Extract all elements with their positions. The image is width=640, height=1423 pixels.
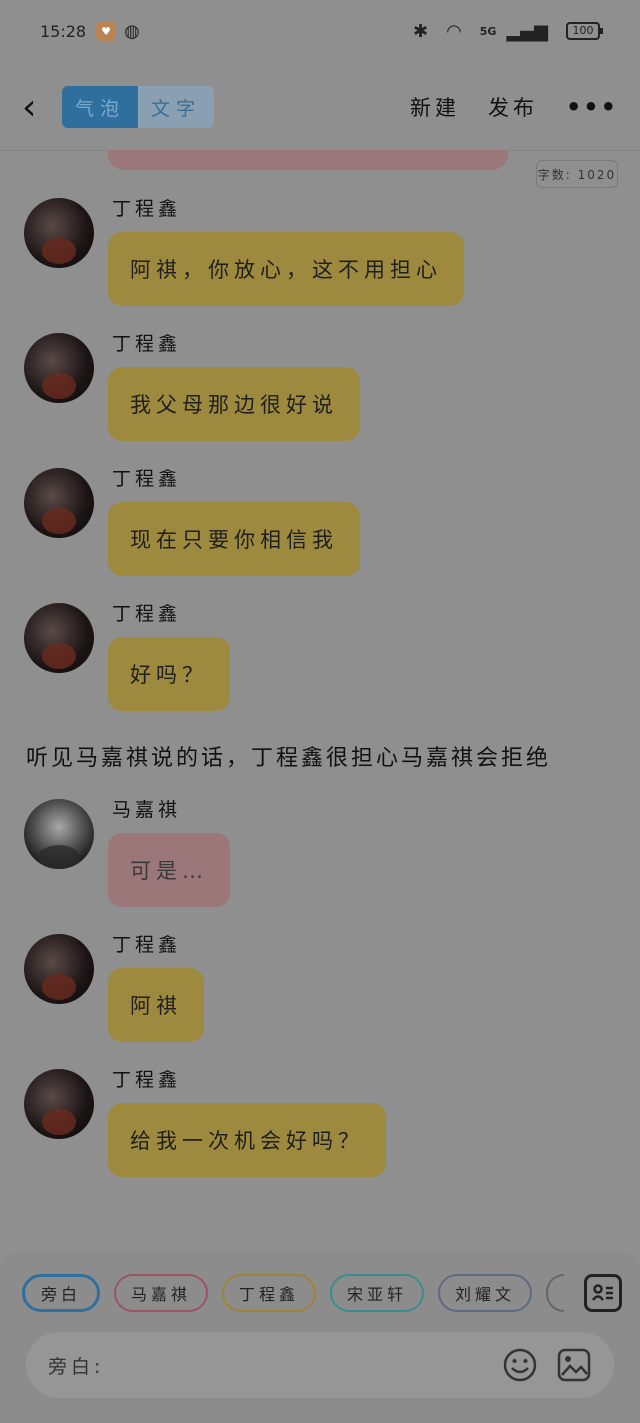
message-bubble[interactable]: 我父母那边很好说 <box>108 367 360 441</box>
image-icon[interactable] <box>556 1347 592 1383</box>
avatar[interactable] <box>24 1069 94 1139</box>
role-chip-ding-chengxin[interactable]: 丁程鑫 <box>222 1274 316 1312</box>
sender-name: 丁程鑫 <box>112 333 182 355</box>
avatar[interactable] <box>24 934 94 1004</box>
role-chip-ma-jiaqi[interactable]: 马嘉祺 <box>114 1274 208 1312</box>
message-bubble[interactable]: 可是… <box>108 833 230 907</box>
message-bubble[interactable]: 好吗？ <box>108 637 230 711</box>
chat-area[interactable]: 字数: 1020 丁程鑫 阿祺，你放心，这不用担心 丁程鑫 我父母那边很好说 丁… <box>0 150 640 1250</box>
message-bubble[interactable]: 阿祺，你放心，这不用担心 <box>108 232 464 306</box>
tab-bubble[interactable]: 气泡 <box>62 86 138 128</box>
publish-button[interactable]: 发布 <box>488 92 538 122</box>
emoji-icon[interactable] <box>502 1347 538 1383</box>
composer-panel: 旁白 马嘉祺 丁程鑫 宋亚轩 刘耀文 旁白: <box>0 1252 640 1423</box>
more-icon[interactable]: ••• <box>566 93 618 121</box>
sender-name: 丁程鑫 <box>112 1069 182 1091</box>
sender-name: 马嘉祺 <box>112 799 182 821</box>
narration-text[interactable]: 听见马嘉祺说的话，丁程鑫很担心马嘉祺会拒绝 <box>26 740 551 772</box>
sender-name: 丁程鑫 <box>112 603 182 625</box>
wifi-icon: ◠ <box>446 20 462 42</box>
app-notification-icon: ♥ <box>96 21 117 41</box>
back-icon[interactable]: ‹ <box>22 87 62 128</box>
location-icon: ◍ <box>124 20 140 42</box>
sender-name: 丁程鑫 <box>112 468 182 490</box>
status-bar: 15:28 ♥ ◍ ✱ ◠ 5G ▂▄▆ 100 <box>0 0 640 62</box>
contact-card-icon[interactable] <box>584 1274 622 1312</box>
role-chip-more[interactable] <box>546 1274 564 1312</box>
battery-icon: 100 <box>566 22 603 40</box>
role-chip-list: 旁白 马嘉祺 丁程鑫 宋亚轩 刘耀文 <box>22 1274 564 1312</box>
tab-text[interactable]: 文字 <box>138 86 214 128</box>
avatar[interactable] <box>24 799 94 869</box>
role-chip-narrator[interactable]: 旁白 <box>22 1274 100 1312</box>
signal-icon: ▂▄▆ <box>506 20 548 42</box>
role-chip-song-yaxuan[interactable]: 宋亚轩 <box>330 1274 424 1312</box>
message-input[interactable] <box>112 1354 484 1376</box>
message-bubble[interactable]: 给我一次机会好吗？ <box>108 1103 386 1177</box>
top-toolbar: ‹ 气泡 文字 新建 发布 ••• <box>0 70 640 144</box>
avatar[interactable] <box>24 333 94 403</box>
word-count-badge: 字数: 1020 <box>536 160 618 188</box>
message-input-bar: 旁白: <box>26 1332 614 1398</box>
sender-name: 丁程鑫 <box>112 198 182 220</box>
new-button[interactable]: 新建 <box>410 92 460 122</box>
avatar[interactable] <box>24 603 94 673</box>
contact-card-glyph <box>591 1284 613 1301</box>
input-role-label: 旁白: <box>48 1355 105 1378</box>
network-type: 5G <box>479 24 497 38</box>
avatar[interactable] <box>24 198 94 268</box>
message-bubble[interactable]: 现在只要你相信我 <box>108 502 360 576</box>
mode-tabs: 气泡 文字 <box>62 86 214 128</box>
bluetooth-icon: ✱ <box>412 20 429 42</box>
status-time: 15:28 <box>40 21 87 41</box>
avatar[interactable] <box>24 468 94 538</box>
sender-name: 丁程鑫 <box>112 934 182 956</box>
role-chip-liu-yaowen[interactable]: 刘耀文 <box>438 1274 532 1312</box>
message-bubble[interactable]: 阿祺 <box>108 968 204 1042</box>
previous-message-bubble[interactable] <box>108 150 508 170</box>
